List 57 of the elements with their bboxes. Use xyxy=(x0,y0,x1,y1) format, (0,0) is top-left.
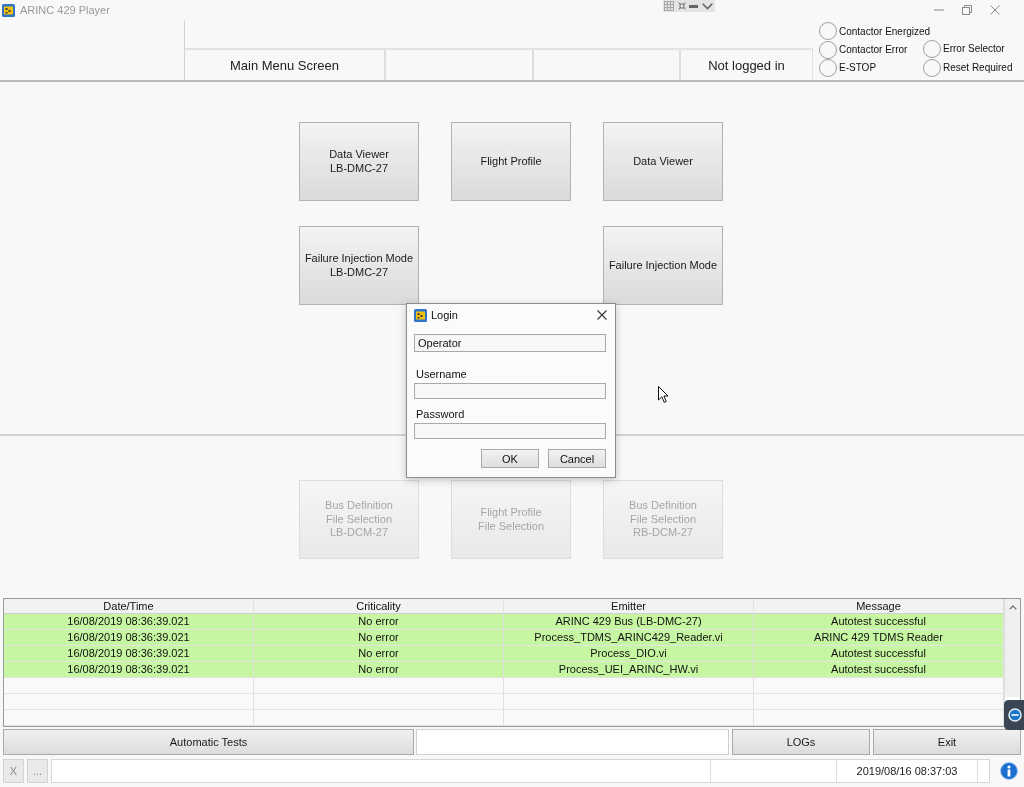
grid-icon[interactable] xyxy=(664,1,674,11)
log-row[interactable]: 16/08/2019 08:36:39.021 No error ARINC 429 Bus (LB-DMC-27) Autotest successful xyxy=(4,614,1004,630)
action-button[interactable]: Exit xyxy=(873,729,1021,755)
mouse-pointer-icon xyxy=(658,386,669,403)
window-title: ARINC 429 Player xyxy=(20,4,110,16)
app-icon xyxy=(414,308,427,322)
login-status: Not logged in xyxy=(708,57,785,73)
table-cell: Process_UEI_ARINC_HW.vi xyxy=(504,662,754,677)
table-cell: No error xyxy=(254,662,504,677)
pull-tab-icon[interactable] xyxy=(1004,700,1024,730)
indicator-label: E-STOP xyxy=(839,62,877,74)
table-cell: Autotest successful xyxy=(754,646,1004,661)
indicator-label: Contactor Error xyxy=(839,44,908,55)
field-label: Username xyxy=(415,367,467,381)
table-cell: 16/08/2019 08:36:39.021 xyxy=(4,614,254,629)
close-icon[interactable] xyxy=(597,310,607,320)
table-cell: Autotest successful xyxy=(754,662,1004,677)
collapse-arrows-icon[interactable] xyxy=(677,2,686,10)
input-field[interactable] xyxy=(414,383,606,399)
indicator-label: Contactor Energized xyxy=(839,25,931,37)
table-cell: No error xyxy=(254,646,504,661)
menu-button[interactable]: Data Viewer xyxy=(603,122,723,201)
dialog-button[interactable]: OK xyxy=(481,449,539,468)
table-cell: No error xyxy=(254,630,504,645)
screen-title: Main Menu Screen xyxy=(229,57,340,73)
menu-button[interactable]: Failure Injection Mode LB-DMC-27 xyxy=(299,226,419,305)
role-field[interactable]: Operator xyxy=(414,334,606,352)
table-cell: No error xyxy=(254,614,504,629)
status-datetime: 2019/08/16 08:37:03 xyxy=(856,765,958,777)
minus-icon[interactable] xyxy=(689,4,699,8)
table-cell: Process_TDMS_ARINC429_Reader.vi xyxy=(504,630,754,645)
table-cell: ARINC 429 Bus (LB-DMC-27) xyxy=(504,614,754,629)
log-row[interactable]: 16/08/2019 08:36:39.021 No error Process_UEI_ARINC_HW.vi Autotest successful xyxy=(4,662,1004,678)
action-button[interactable]: LOGs xyxy=(732,729,870,755)
input-field[interactable] xyxy=(414,423,606,439)
scroll-up-icon[interactable] xyxy=(1008,604,1017,610)
table-cell: 16/08/2019 08:36:39.021 xyxy=(4,646,254,661)
menu-button[interactable]: Failure Injection Mode xyxy=(603,226,723,305)
info-icon[interactable] xyxy=(1000,762,1018,780)
table-cell: 16/08/2019 08:36:39.021 xyxy=(4,662,254,677)
menu-button[interactable]: Flight Profile xyxy=(451,122,571,201)
log-row[interactable]: 16/08/2019 08:36:39.021 No error Process_DIO.vi Autotest successful xyxy=(4,646,1004,662)
app-icon xyxy=(2,3,15,17)
dialog-title: Login xyxy=(431,309,458,321)
table-cell: Process_DIO.vi xyxy=(504,646,754,661)
table-cell: 16/08/2019 08:36:39.021 xyxy=(4,630,254,645)
indicator-label: Reset Required xyxy=(943,62,1013,73)
indicator-label: Error Selector xyxy=(943,43,1005,54)
table-cell: Autotest successful xyxy=(754,614,1004,629)
log-row[interactable]: 16/08/2019 08:36:39.021 No error Process_TDMS_ARINC429_Reader.vi ARINC 429 TDMS Reader xyxy=(4,630,1004,646)
menu-button[interactable]: Data Viewer LB-DMC-27 xyxy=(299,122,419,201)
field-label: Password xyxy=(415,407,465,421)
action-button[interactable]: Automatic Tests xyxy=(3,729,414,755)
dialog-button[interactable]: Cancel xyxy=(548,449,606,468)
restore-icon[interactable] xyxy=(962,5,972,15)
table-cell: ARINC 429 TDMS Reader xyxy=(754,630,1004,645)
chevron-down-icon[interactable] xyxy=(701,2,713,10)
